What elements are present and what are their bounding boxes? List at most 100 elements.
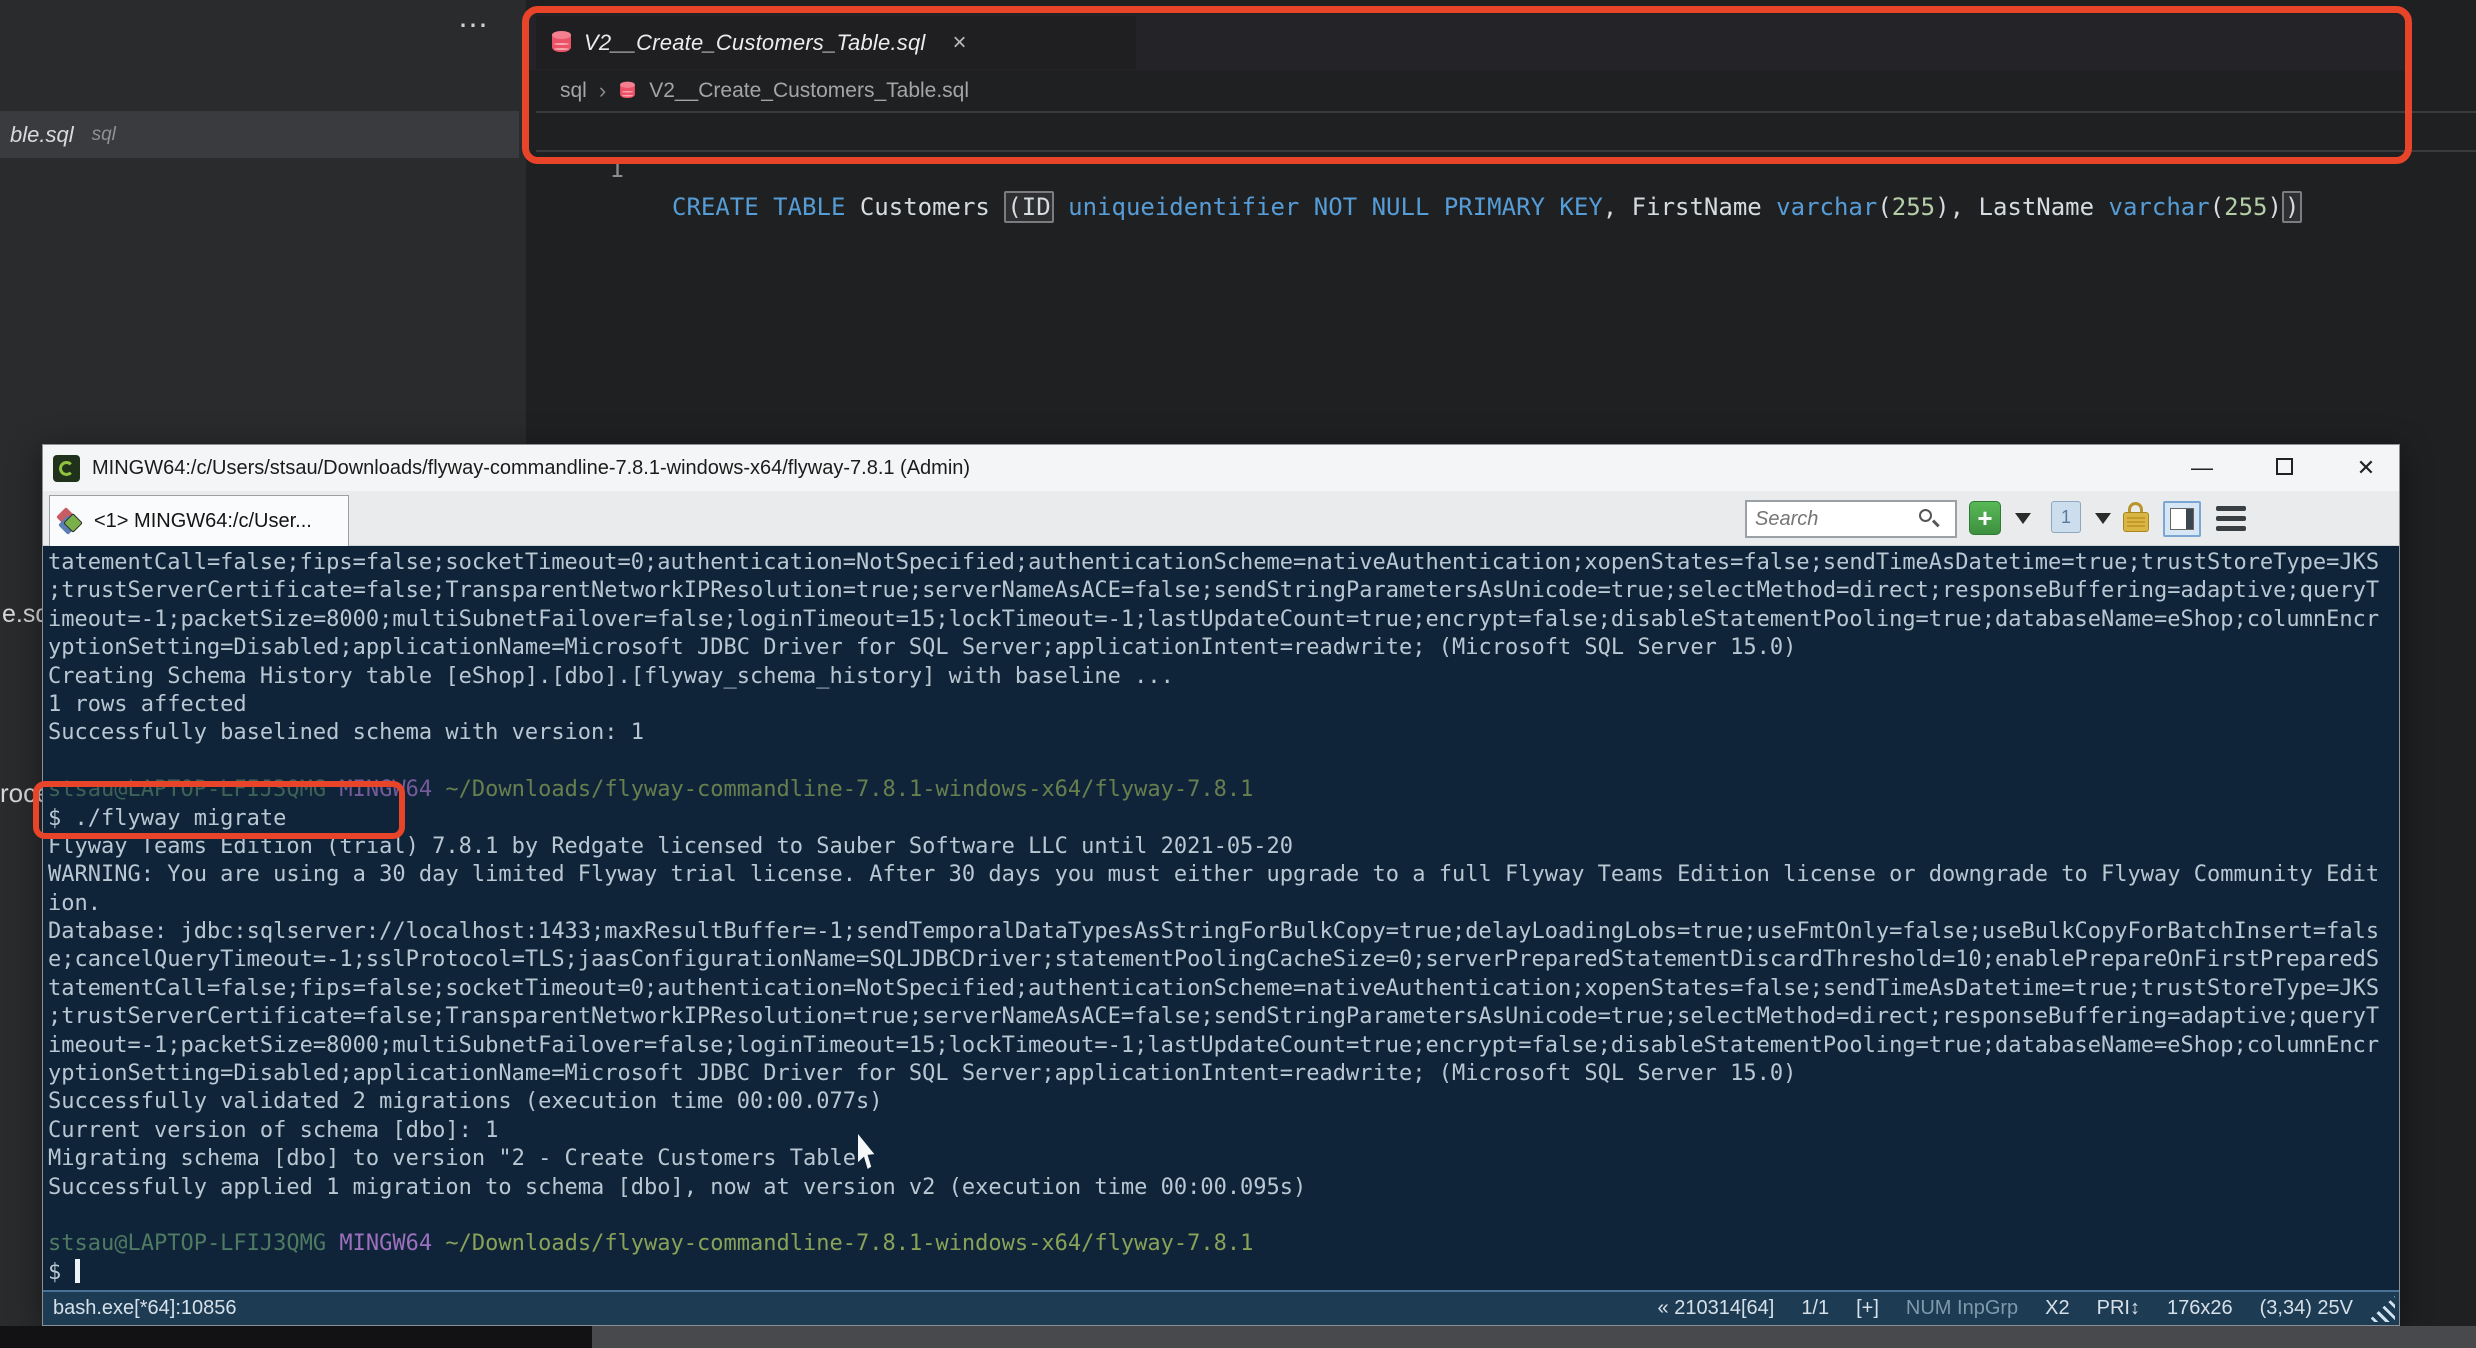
code-line[interactable]: 1 CREATE TABLE Customers (ID uniqueident…: [0, 112, 2476, 223]
lock-icon[interactable]: [2121, 501, 2151, 535]
console-text: 1 rows affected: [48, 691, 247, 717]
code-token: (: [2209, 193, 2225, 221]
breadcrumb-file[interactable]: V2__Create_Customers_Table.sql: [649, 79, 969, 103]
breadcrumb-separator-icon: ›: [598, 78, 607, 103]
tab-close-icon[interactable]: ×: [953, 29, 967, 57]
console-text: MINGW64: [339, 777, 446, 803]
minimize-button[interactable]: —: [2187, 455, 2217, 481]
git-bash-icon: [56, 507, 84, 535]
code-token: ): [2281, 191, 2303, 223]
console-text: Successfully validated 2 migrations (exe…: [48, 1089, 883, 1115]
console-line: imeout=-1;packetSize=8000;multiSubnetFai…: [48, 1032, 2379, 1060]
new-console-dropdown-icon[interactable]: [2015, 513, 2031, 524]
console-text: ~/Downloads/flyway-commandline-7.8.1-win…: [445, 1231, 1254, 1257]
console-text: Migrating schema [dbo] to version "2 - C…: [48, 1146, 870, 1172]
maximize-button[interactable]: [2269, 455, 2299, 481]
code-token: CREATE TABLE: [672, 193, 846, 221]
editor-more-actions-icon[interactable]: ⋯: [458, 8, 491, 43]
console-line: stsau@LAPTOP-LFIJ3QMG MINGW64 ~/Download…: [48, 1230, 2379, 1258]
background-bottom-strip-gray: [592, 1326, 2476, 1348]
status-item: X2: [2045, 1297, 2070, 1319]
breadcrumb: sql › V2__Create_Customers_Table.sql: [560, 76, 969, 106]
console-text: ~/Downloads/flyway-commandline-7.8.1-win…: [445, 777, 1254, 803]
code-text: CREATE TABLE Customers (ID uniqueidentif…: [672, 188, 2303, 226]
search-box: [1745, 500, 1957, 538]
editor-tab-sql-file[interactable]: V2__Create_Customers_Table.sql ×: [536, 16, 1136, 69]
editor-tab-label: V2__Create_Customers_Table.sql: [584, 29, 926, 55]
console-text: ;trustServerCertificate=false;Transparen…: [48, 1004, 2380, 1030]
console-line: tatementCall=false;fips=false;socketTime…: [48, 975, 2379, 1003]
status-item: « 210314[64]: [1657, 1297, 1775, 1319]
code-token: uniqueidentifier NOT NULL PRIMARY KEY: [1068, 193, 1603, 221]
terminal-status-bar: bash.exe[*64]:10856 « 210314[64] 1/1 [+] NU…: [43, 1290, 2399, 1325]
code-token: varchar: [2108, 193, 2210, 221]
status-item: 1/1: [1801, 1297, 1830, 1319]
console-text: Successfully applied 1 migration to sche…: [48, 1174, 1307, 1200]
database-file-icon: [620, 81, 636, 101]
console-text: stsau@LAPTOP-LFIJ3QMG: [48, 777, 340, 803]
console-lines: tatementCall=false;fips=false;socketTime…: [48, 549, 2379, 1287]
console-text: yptionSetting=Disabled;applicationName=M…: [48, 635, 1797, 661]
console-line: Database: jdbc:sqlserver://localhost:143…: [48, 918, 2379, 946]
terminal-window: MINGW64:/c/Users/stsau/Downloads/flyway-…: [42, 444, 2400, 1326]
resize-grip-icon[interactable]: [2367, 1296, 2395, 1322]
console-line: Successfully applied 1 migration to sche…: [48, 1174, 2379, 1202]
status-item: 176x26: [2166, 1297, 2233, 1319]
terminal-title: MINGW64:/c/Users/stsau/Downloads/flyway-…: [92, 456, 971, 479]
breadcrumb-folder[interactable]: sql: [560, 79, 587, 103]
console-text: WARNING: You are using a 30 day limited …: [48, 862, 2380, 888]
terminal-titlebar[interactable]: MINGW64:/c/Users/stsau/Downloads/flyway-…: [43, 445, 2399, 491]
console-text: e;cancelQueryTimeout=-1;sslProtocol=TLS;…: [48, 947, 2380, 973]
code-token: ): [2267, 193, 2282, 221]
code-token: Customers: [845, 193, 1005, 221]
code-token: (: [1877, 193, 1892, 221]
console-line: ;trustServerCertificate=false;Transparen…: [48, 577, 2379, 605]
window-controls: — ✕: [2187, 445, 2381, 491]
search-icon[interactable]: [1917, 507, 1941, 531]
code-token: 255: [2224, 193, 2268, 221]
code-token: (ID: [1004, 191, 1054, 223]
current-line-highlight: [536, 150, 2476, 152]
code-token: varchar: [1776, 193, 1878, 221]
code-token: ), LastName: [1935, 193, 2109, 221]
console-text: $: [48, 1259, 75, 1285]
code-token: , FirstName: [1602, 193, 1777, 221]
console-text: imeout=-1;packetSize=8000;multiSubnetFai…: [48, 606, 2380, 632]
terminal-tab-bar: <1> MINGW64:/c/User... + 1: [43, 491, 2399, 546]
console-text: Database: jdbc:sqlserver://localhost:143…: [48, 919, 2380, 945]
code-token: 255: [1891, 193, 1936, 221]
console-line: 1 rows affected: [48, 691, 2379, 719]
console-line: ;trustServerCertificate=false;Transparen…: [48, 1003, 2379, 1031]
background-bottom-strip: [0, 1326, 2476, 1348]
terminal-tab-mingw64[interactable]: <1> MINGW64:/c/User...: [49, 495, 349, 546]
console-line: Successfully baselined schema with versi…: [48, 719, 2379, 747]
console-line: Creating Schema History table [eShop].[d…: [48, 663, 2379, 691]
line-number: 1: [609, 155, 624, 183]
menu-icon[interactable]: [2215, 501, 2247, 535]
search-input[interactable]: [1755, 507, 1915, 531]
close-button[interactable]: ✕: [2351, 455, 2381, 481]
console-output[interactable]: tatementCall=false;fips=false;socketTime…: [43, 546, 2399, 1290]
status-item: [+]: [1856, 1297, 1879, 1319]
status-item: NUM InpGrp: [1905, 1297, 2019, 1319]
window-layout-button[interactable]: [2163, 501, 2201, 537]
status-process: bash.exe[*64]:10856: [53, 1297, 237, 1319]
console-list-dropdown-icon[interactable]: [2095, 513, 2111, 524]
console-number-button[interactable]: 1: [2051, 501, 2081, 533]
console-line: yptionSetting=Disabled;applicationName=M…: [48, 1060, 2379, 1088]
console-line: WARNING: You are using a 30 day limited …: [48, 861, 2379, 889]
console-text: tatementCall=false;fips=false;socketTime…: [48, 975, 2380, 1001]
console-line: tatementCall=false;fips=false;socketTime…: [48, 549, 2379, 577]
console-text: Current version of schema [dbo]: 1: [48, 1117, 499, 1143]
console-text: yptionSetting=Disabled;applicationName=M…: [48, 1061, 1797, 1087]
terminal-cursor: [74, 1258, 80, 1283]
database-file-icon: [552, 30, 571, 55]
console-line: ion.: [48, 890, 2379, 918]
conemu-app-icon: [53, 454, 80, 482]
new-console-button[interactable]: +: [1969, 501, 2001, 535]
console-text: ion.: [48, 890, 101, 916]
console-line: $: [48, 1258, 2379, 1287]
console-text: Creating Schema History table [eShop].[d…: [48, 663, 1174, 689]
